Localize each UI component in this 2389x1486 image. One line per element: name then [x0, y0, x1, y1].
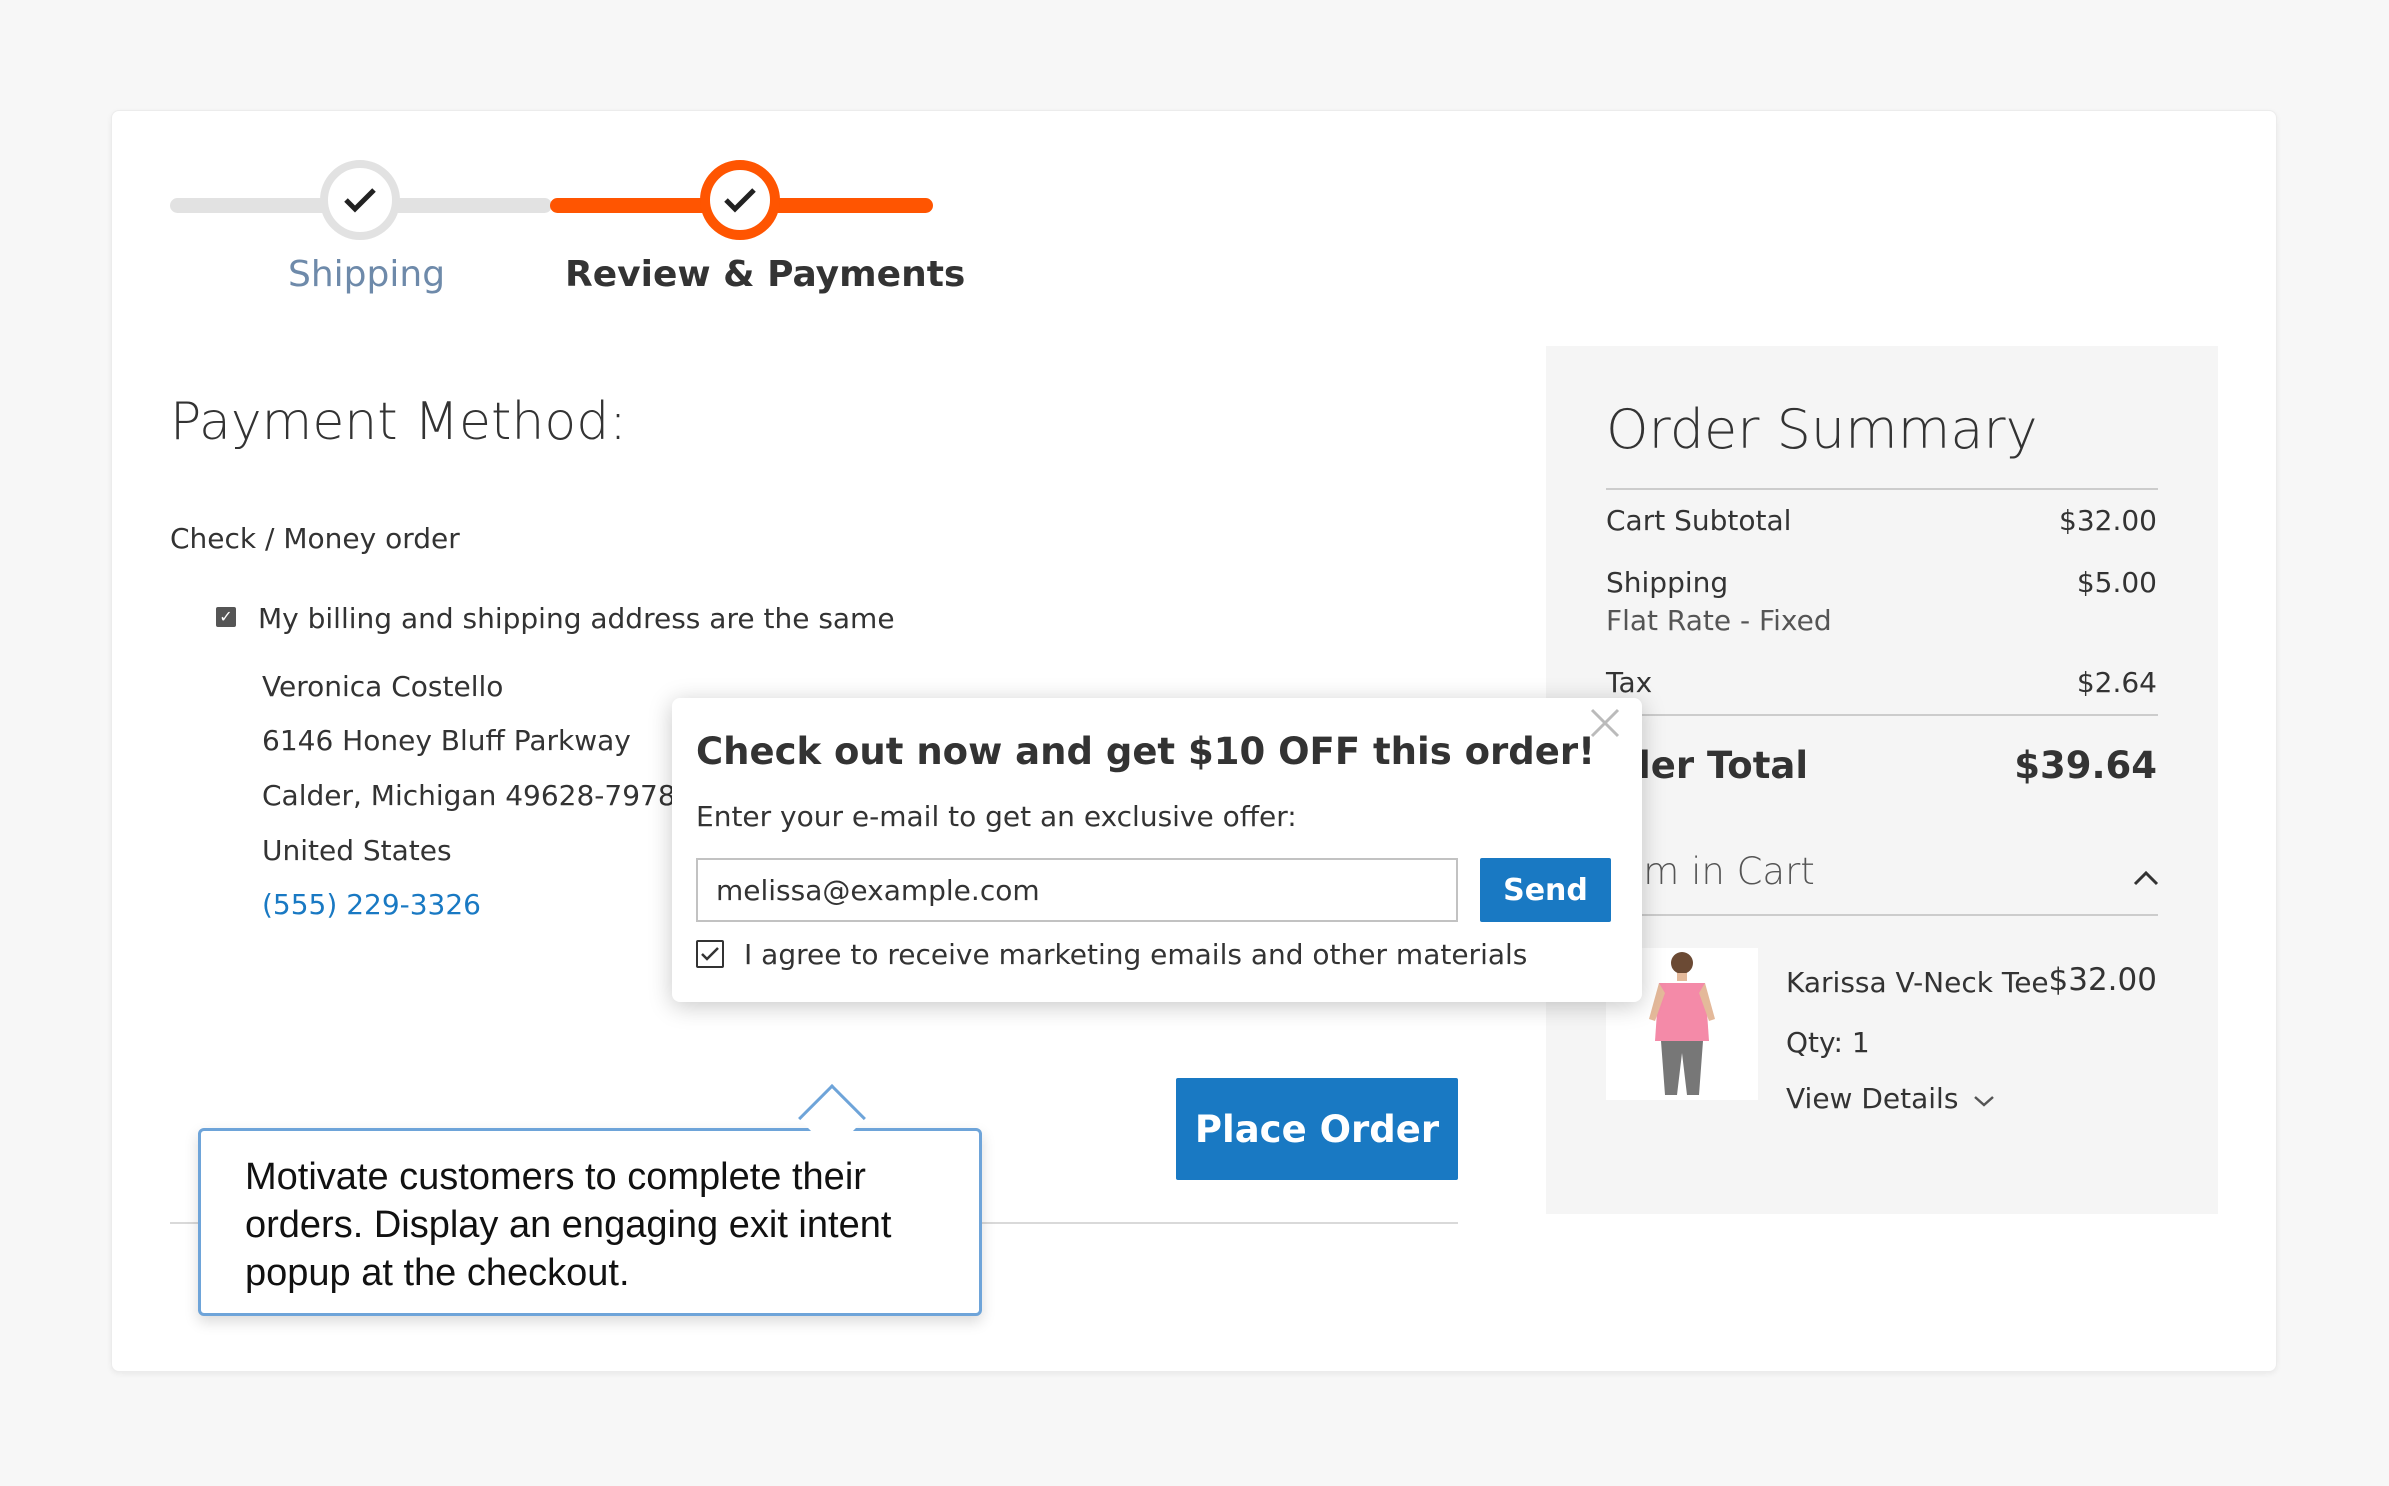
shipping-value: $5.00 [2076, 566, 2157, 599]
payment-method-option[interactable]: Check / Money order [170, 522, 460, 555]
step-review-marker [700, 160, 780, 240]
step-review-label: Review & Payments [565, 254, 966, 295]
order-summary-title: Order Summary [1606, 398, 2038, 461]
shipping-label: Shipping [1606, 566, 1729, 599]
shipping-method: Flat Rate - Fixed [1606, 604, 1832, 637]
checkmark-icon [701, 947, 719, 961]
same-address-label[interactable]: My billing and shipping address are the … [258, 602, 895, 635]
agree-label[interactable]: I agree to receive marketing emails and … [744, 938, 1527, 971]
address-name: Veronica Costello [262, 670, 504, 703]
send-button[interactable]: Send [1480, 858, 1611, 922]
address-phone[interactable]: (555) 229-3326 [262, 888, 481, 921]
same-address-checkbox[interactable]: ✓ [216, 607, 236, 627]
view-details-toggle[interactable]: View Details [1786, 1082, 1995, 1115]
email-input[interactable] [696, 858, 1458, 922]
chevron-down-icon [1974, 1096, 1995, 1107]
tshirt-model-image [1649, 952, 1715, 1095]
product-name[interactable]: Karissa V-Neck Tee [1786, 966, 2049, 999]
summary-divider [1606, 714, 2158, 716]
checkmark-icon [344, 188, 376, 213]
product-price: $32.00 [2048, 962, 2157, 998]
cart-subtotal-label: Cart Subtotal [1606, 504, 1792, 537]
summary-divider [1606, 914, 2158, 916]
product-qty: Qty: 1 [1786, 1026, 1870, 1059]
tax-label: Tax [1606, 666, 1653, 699]
chevron-up-icon[interactable] [2132, 860, 2160, 895]
view-details-label: View Details [1786, 1082, 1959, 1115]
popup-title: Check out now and get $10 OFF this order… [696, 730, 1595, 773]
tax-value: $2.64 [2076, 666, 2157, 699]
agree-checkbox[interactable] [696, 940, 724, 968]
popup-subtitle: Enter your e-mail to get an exclusive of… [696, 800, 1297, 833]
address-country: United States [262, 834, 452, 867]
step-shipping-label[interactable]: Shipping [288, 254, 445, 295]
order-total-value: $39.64 [2014, 744, 2157, 787]
checkmark-icon [724, 188, 756, 213]
address-city: Calder, Michigan 49628-7978 [262, 779, 676, 812]
address-street: 6146 Honey Bluff Parkway [262, 724, 631, 757]
cart-subtotal-value: $32.00 [2059, 504, 2157, 537]
summary-divider [1606, 488, 2158, 490]
step-shipping-marker[interactable] [320, 160, 400, 240]
callout-tooltip: Motivate customers to complete their ord… [198, 1128, 982, 1316]
payment-method-title: Payment Method: [170, 392, 627, 452]
place-order-button[interactable]: Place Order [1176, 1078, 1458, 1180]
